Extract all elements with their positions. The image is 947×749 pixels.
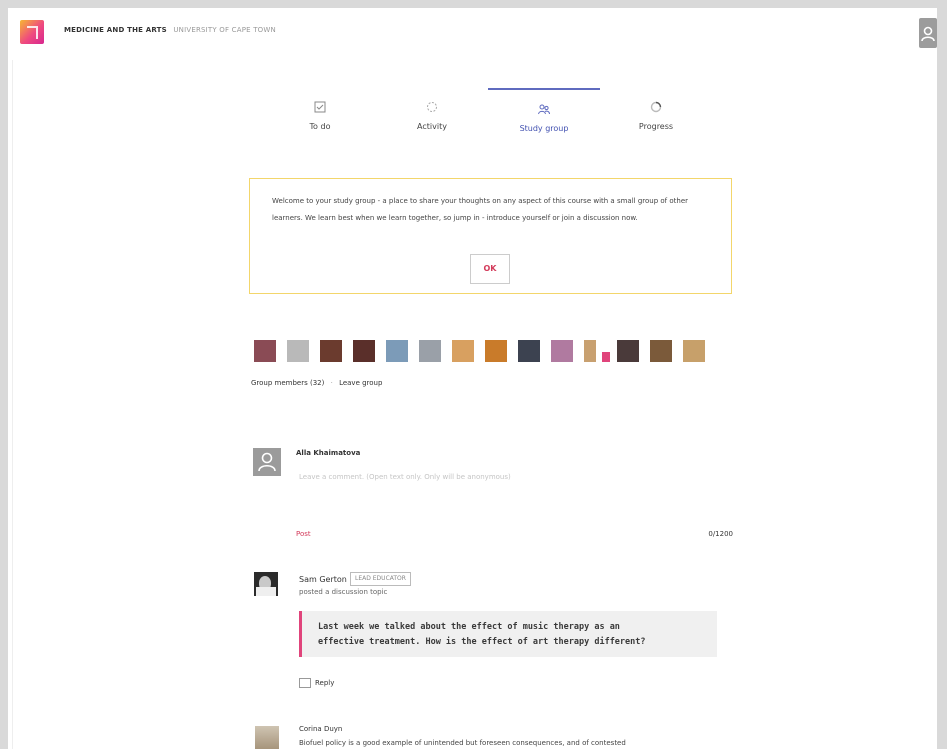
page: MEDICINE AND THE ARTS UNIVERSITY OF CAPE… (8, 8, 937, 749)
post-action-text: posted a discussion topic (299, 588, 388, 596)
topic-line: Last week we talked about the effect of … (318, 622, 620, 632)
post-author-name[interactable]: Corina Duyn (299, 725, 342, 733)
member-avatar[interactable] (353, 340, 375, 362)
tab-label: Progress (638, 122, 674, 131)
group-members-link[interactable]: Group members (32) (251, 379, 324, 387)
composer-user-name: Alla Khaimatova (296, 449, 361, 457)
member-avatar[interactable] (254, 340, 276, 362)
member-avatar[interactable] (617, 340, 639, 362)
member-avatar[interactable] (602, 352, 610, 362)
reply-label: Reply (315, 679, 335, 687)
post-button[interactable]: Post (296, 530, 311, 538)
member-avatar[interactable] (584, 340, 596, 362)
member-avatars (254, 340, 744, 364)
user-menu-icon[interactable] (919, 18, 937, 48)
course-logo[interactable] (20, 20, 44, 44)
tab-label: Study group (519, 124, 569, 133)
user-avatar (253, 448, 281, 476)
top-bar: MEDICINE AND THE ARTS UNIVERSITY OF CAPE… (8, 8, 937, 60)
progress-icon (650, 101, 662, 113)
post-author-avatar[interactable] (255, 726, 279, 749)
member-avatar[interactable] (320, 340, 342, 362)
member-avatar[interactable] (518, 340, 540, 362)
comment-input[interactable] (293, 468, 745, 486)
char-count: 0/1200 (708, 530, 733, 538)
tab-study-group[interactable]: Study group (488, 88, 600, 156)
tab-label: Activity (417, 122, 447, 131)
course-title[interactable]: MEDICINE AND THE ARTS (64, 26, 167, 34)
member-avatar[interactable] (419, 340, 441, 362)
activity-icon (427, 102, 437, 112)
welcome-banner: Welcome to your study group - a place to… (249, 178, 732, 294)
user-placeholder-icon (258, 452, 276, 472)
tab-progress[interactable]: Progress (600, 88, 712, 154)
discussion-topic: Last week we talked about the effect of … (299, 611, 717, 657)
leave-group-link[interactable]: Leave group (339, 379, 382, 387)
lead-educator-badge: LEAD EDUCATOR (350, 572, 411, 586)
study-group-icon (538, 104, 550, 115)
member-avatar[interactable] (551, 340, 573, 362)
post-text: Biofuel policy is a good example of unin… (299, 739, 626, 747)
todo-icon (314, 101, 326, 113)
group-members-bar: Group members (32) · Leave group (251, 379, 382, 387)
member-avatar[interactable] (287, 340, 309, 362)
tab-label: To do (309, 122, 331, 131)
member-avatar[interactable] (650, 340, 672, 362)
member-avatar[interactable] (683, 340, 705, 362)
university-name: UNIVERSITY OF CAPE TOWN (173, 26, 276, 34)
welcome-text: Welcome to your study group - a place to… (272, 197, 688, 222)
member-avatar[interactable] (452, 340, 474, 362)
topic-line: effective treatment. How is the effect o… (318, 637, 646, 647)
brand: MEDICINE AND THE ARTS UNIVERSITY OF CAPE… (64, 26, 276, 34)
member-avatar[interactable] (386, 340, 408, 362)
reply-button[interactable]: Reply (299, 678, 334, 688)
tab-activity[interactable]: Activity (376, 88, 488, 154)
post-author-name[interactable]: Sam Gerton (299, 575, 347, 584)
tab-to-do[interactable]: To do (264, 88, 376, 154)
left-edge (8, 60, 13, 749)
separator: · (330, 379, 333, 387)
tab-bar: To do Activity Study group Progress (264, 88, 712, 154)
post-author-avatar[interactable] (254, 572, 278, 596)
ok-button[interactable]: OK (470, 254, 510, 284)
member-avatar[interactable] (485, 340, 507, 362)
reply-icon (299, 678, 311, 688)
